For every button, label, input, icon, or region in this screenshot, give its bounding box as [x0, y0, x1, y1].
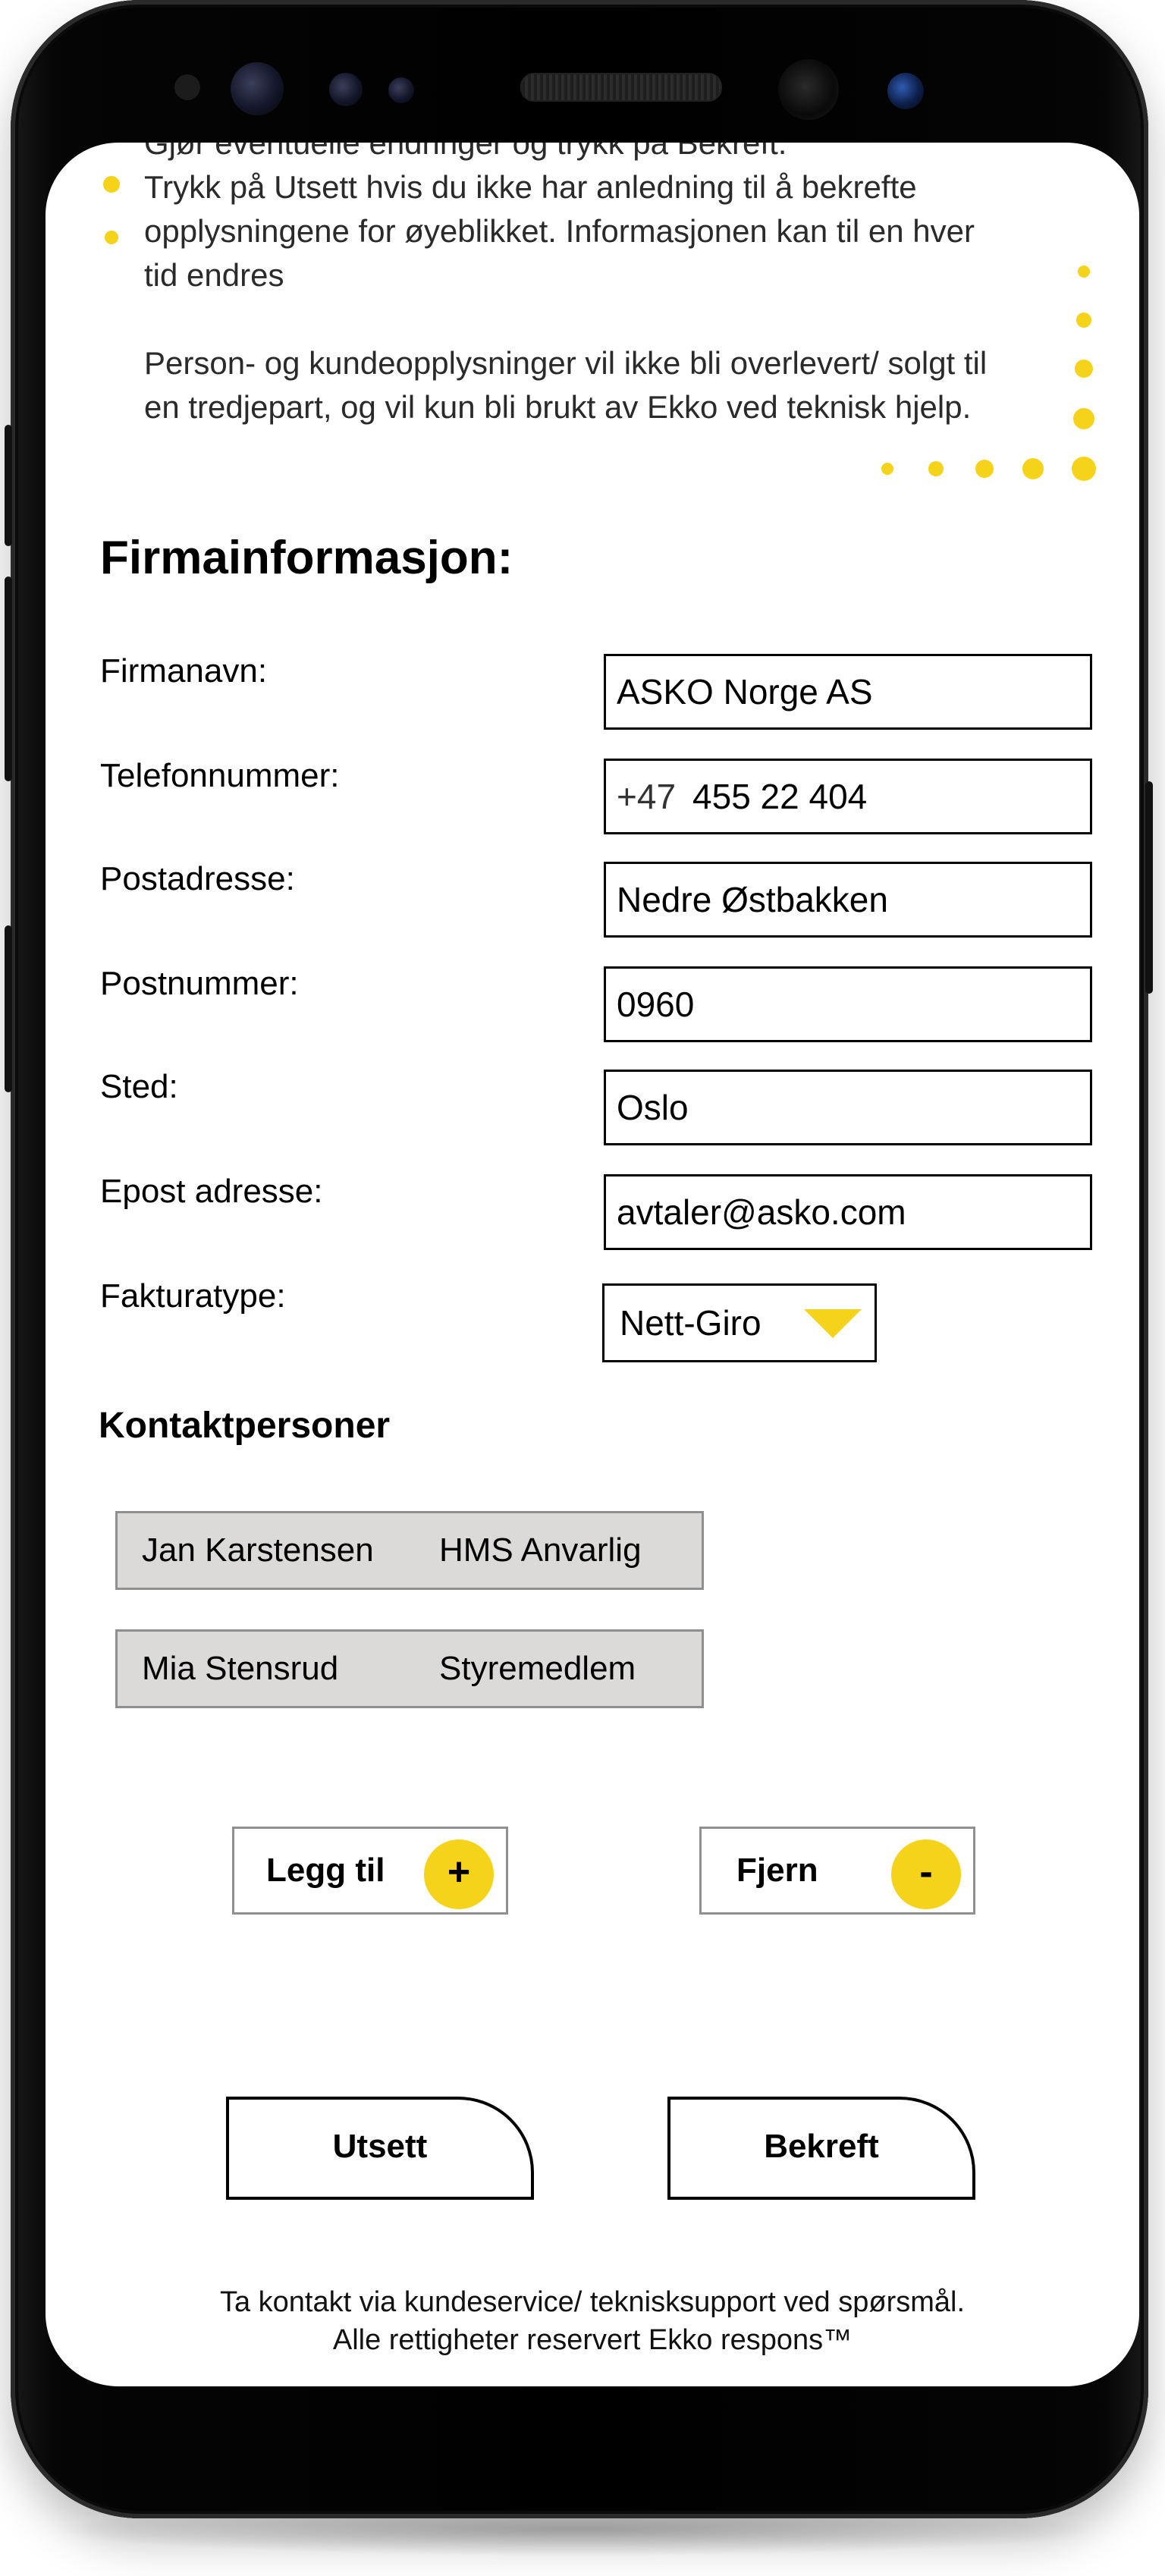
power-button	[1145, 781, 1153, 994]
city-value: Oslo	[617, 1088, 689, 1127]
postcode-value: 0960	[617, 985, 695, 1024]
field-label-postcode: Postnummer:	[100, 965, 299, 1002]
company-name-input[interactable]: ASKO Norge AS	[604, 654, 1092, 730]
intro-line-2: opplysningene for øyeblikket. Informasjo…	[144, 213, 975, 249]
contact-role: HMS Anvarlig	[439, 1531, 642, 1569]
contact-row[interactable]: Jan Karstensen HMS Anvarlig	[115, 1511, 704, 1590]
field-label-phone: Telefonnummer:	[100, 757, 340, 794]
sensor-icon	[329, 73, 363, 106]
intro-line-cut: Gjør eventuelle endringer og trykk på Be…	[144, 143, 787, 161]
invoice-type-value: Nett-Giro	[620, 1303, 761, 1343]
phone-value: 455 22 404	[692, 777, 868, 816]
phone-country-code: +47	[617, 777, 677, 816]
decor-dot	[1072, 457, 1096, 481]
iris-camera	[887, 73, 924, 109]
footer-support-text: Ta kontakt via kundeservice/ teknisksupp…	[219, 2286, 966, 2318]
volume-button	[5, 425, 12, 546]
proximity-sensor	[174, 74, 200, 100]
address-value: Nedre Østbakken	[617, 880, 888, 919]
contact-role: Styremedlem	[439, 1650, 636, 1687]
phone-input[interactable]: +47 455 22 404	[604, 759, 1092, 834]
iris-scanner	[231, 62, 284, 115]
field-label-address: Postadresse:	[100, 860, 295, 897]
field-label-company: Firmanavn:	[100, 652, 268, 690]
phone-frame: Gjør eventuelle endringer og trykk på Be…	[5, 0, 1153, 2518]
email-input[interactable]: avtaler@asko.com	[604, 1174, 1092, 1250]
decor-dot	[928, 461, 944, 476]
decor-dot	[105, 231, 118, 244]
intro-line-1: Trykk på Utsett hvis du ikke har anledni…	[144, 169, 917, 205]
decor-dot	[1078, 265, 1090, 278]
earpiece-speaker	[520, 73, 722, 102]
plus-icon: +	[424, 1839, 494, 1909]
decor-dot	[975, 460, 994, 478]
decor-dot	[881, 463, 893, 475]
contacts-title: Kontaktpersoner	[99, 1406, 391, 1446]
decor-dot	[1022, 458, 1044, 479]
city-input[interactable]: Oslo	[604, 1070, 1092, 1145]
app-screen: Gjør eventuelle endringer og trykk på Be…	[46, 143, 1139, 2386]
decor-dot	[1075, 360, 1093, 378]
postcode-input[interactable]: 0960	[604, 966, 1092, 1042]
remove-contact-button[interactable]: Fjern -	[699, 1827, 975, 1915]
intro-text: Gjør eventuelle endringer og trykk på Be…	[144, 143, 1100, 429]
sensor-icon-small	[388, 77, 414, 103]
company-name-value: ASKO Norge AS	[617, 672, 873, 712]
dropdown-arrow-icon[interactable]	[804, 1309, 862, 1338]
intro-line-3: tid endres	[144, 257, 284, 293]
field-label-invoice-type: Fakturatype:	[100, 1277, 286, 1315]
address-input[interactable]: Nedre Østbakken	[604, 862, 1092, 938]
intro-line-4: Person- og kundeopplysninger vil ikke bl…	[144, 345, 988, 381]
add-contact-label: Legg til	[266, 1852, 385, 1889]
postpone-button[interactable]: Utsett	[226, 2097, 534, 2200]
bixby-button	[5, 576, 12, 781]
minus-icon: -	[891, 1839, 961, 1909]
contact-name: Jan Karstensen	[142, 1531, 374, 1569]
email-value: avtaler@asko.com	[617, 1192, 906, 1232]
contact-name: Mia Stensrud	[142, 1650, 339, 1687]
field-label-city: Sted:	[100, 1068, 178, 1105]
remove-contact-label: Fjern	[736, 1852, 818, 1889]
intro-line-5: en tredjepart, og vil kun bli brukt av E…	[144, 389, 972, 425]
decor-dot	[1076, 313, 1091, 328]
field-label-email: Epost adresse:	[100, 1173, 323, 1210]
add-contact-button[interactable]: Legg til +	[232, 1827, 508, 1915]
side-button-left	[5, 925, 12, 1092]
footer-copyright: Alle rettigheter reservert Ekko respons™	[332, 2324, 853, 2356]
decor-dot	[103, 176, 120, 193]
front-camera	[778, 59, 839, 120]
decor-dot	[1073, 408, 1094, 429]
section-title: Firmainformasjon:	[100, 532, 513, 584]
contact-row[interactable]: Mia Stensrud Styremedlem	[115, 1629, 704, 1708]
confirm-button[interactable]: Bekreft	[667, 2097, 975, 2200]
